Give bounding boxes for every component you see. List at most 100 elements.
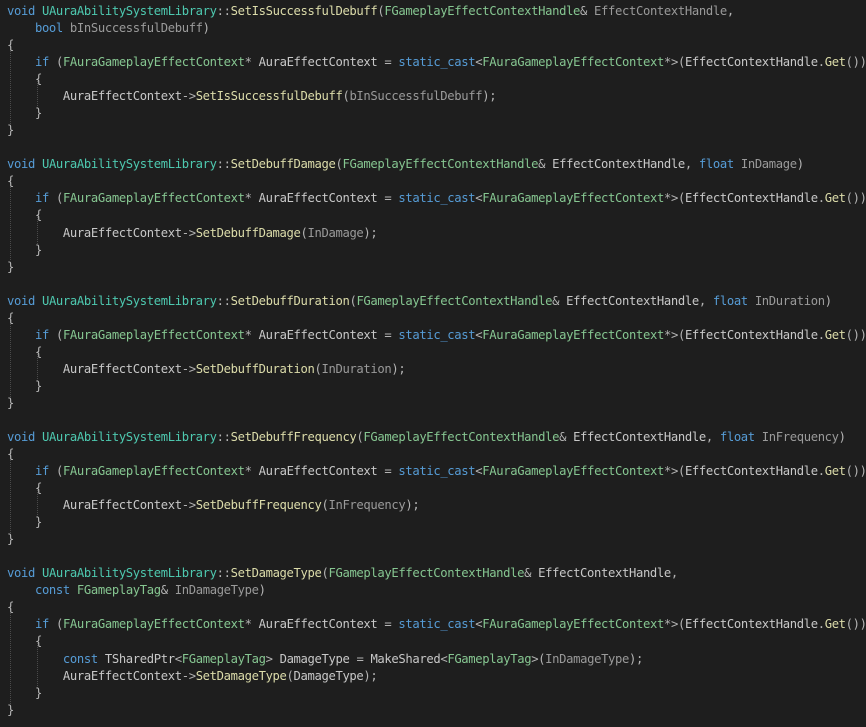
code-token: EffectContextHandle [684, 464, 818, 479]
code-token: FGameplayEffectContextHandle [356, 293, 553, 308]
code-line[interactable]: { [7, 344, 42, 361]
code-token: } [7, 123, 14, 138]
code-token: InFrequency [328, 498, 406, 513]
code-token: * [244, 327, 252, 342]
code-token: * [663, 464, 671, 479]
code-line[interactable]: } [7, 395, 14, 412]
code-token: ); [482, 89, 497, 104]
code-line[interactable]: { [7, 37, 14, 54]
code-line[interactable]: } [7, 122, 14, 139]
code-token: ); [405, 498, 420, 513]
code-line[interactable]: } [7, 531, 14, 548]
code-token: } [7, 395, 14, 410]
code-token: const [34, 583, 70, 598]
code-token: void [7, 157, 35, 172]
code-token: } [7, 702, 14, 717]
code-line[interactable]: { [7, 480, 42, 497]
code-line[interactable]: AuraEffectContext->SetDebuffFrequency(In… [7, 497, 420, 514]
code-line[interactable]: { [7, 599, 14, 616]
code-token: } [34, 378, 42, 393]
code-line[interactable]: void UAuraAbilitySystemLibrary::SetIsSuc… [7, 3, 734, 20]
code-token: UAuraAbilitySystemLibrary [41, 566, 217, 581]
code-line[interactable]: } [7, 685, 42, 702]
code-line[interactable]: { [7, 446, 14, 463]
code-line[interactable]: } [7, 105, 42, 122]
code-token: EffectContextHandle [684, 55, 818, 70]
code-token: AuraEffectContext [251, 191, 385, 206]
code-token: static_cast [398, 191, 476, 206]
code-token: AuraEffectContext [62, 89, 182, 104]
code-line[interactable]: void UAuraAbilitySystemLibrary::SetDebuf… [7, 156, 804, 173]
code-line[interactable]: } [7, 242, 42, 259]
code-token: { [34, 634, 42, 649]
code-token: AuraEffectContext [62, 498, 182, 513]
code-line[interactable]: if (FAuraGameplayEffectContext* AuraEffe… [7, 54, 866, 71]
code-token: SetIsSuccessfulDebuff [230, 4, 378, 18]
code-line[interactable]: AuraEffectContext->SetIsSuccessfulDebuff… [7, 88, 497, 105]
code-token: static_cast [398, 617, 476, 632]
code-line[interactable]: if (FAuraGameplayEffectContext* AuraEffe… [7, 190, 866, 207]
code-token: -> [181, 361, 196, 376]
code-line[interactable]: AuraEffectContext->SetDamageType(DamageT… [7, 668, 378, 685]
code-token: >( [670, 617, 685, 632]
code-token: InDamageType [174, 583, 259, 598]
code-line[interactable]: { [7, 310, 14, 327]
code-line[interactable]: void UAuraAbilitySystemLibrary::SetDebuf… [7, 429, 846, 446]
code-line[interactable]: AuraEffectContext->SetDebuffDamage(InDam… [7, 225, 378, 242]
code-line[interactable]: } [7, 514, 42, 531]
code-token: SetIsSuccessfulDebuff [195, 89, 343, 104]
code-line[interactable]: bool bInSuccessfulDebuff) [7, 20, 210, 37]
code-token: ( [55, 55, 63, 70]
code-line[interactable]: void UAuraAbilitySystemLibrary::SetDebuf… [7, 293, 832, 310]
code-line[interactable]: } [7, 259, 14, 276]
code-token: FAuraGameplayEffectContext [482, 55, 664, 70]
code-line[interactable]: const TSharedPtr<FGameplayTag> DamageTyp… [7, 651, 643, 668]
code-token: FAuraGameplayEffectContext [62, 464, 245, 479]
code-line[interactable]: AuraEffectContext->SetDebuffDuration(InD… [7, 361, 406, 378]
code-line[interactable]: } [7, 378, 42, 395]
code-token: EffectContextHandle [684, 617, 818, 632]
code-token: { [7, 600, 14, 615]
code-token: if [34, 327, 49, 342]
code-token: InDamage [307, 225, 364, 240]
code-line[interactable]: if (FAuraGameplayEffectContext* AuraEffe… [7, 463, 866, 480]
code-token: :: [216, 4, 231, 18]
code-line[interactable]: } [7, 702, 14, 719]
code-token: SetDamageType [230, 566, 322, 581]
code-token: SetDebuffFrequency [195, 498, 322, 513]
code-line[interactable]: const FGameplayTag& InDamageType) [7, 582, 266, 599]
code-line[interactable]: { [7, 173, 14, 190]
code-token: < [174, 651, 182, 666]
code-editor[interactable]: void UAuraAbilitySystemLibrary::SetIsSuc… [0, 0, 866, 727]
code-token: FGameplayTag [181, 651, 266, 666]
code-token: void [7, 430, 35, 444]
code-line[interactable]: { [7, 207, 42, 224]
code-token: , [698, 293, 706, 308]
code-line[interactable]: { [7, 71, 42, 88]
code-line[interactable]: if (FAuraGameplayEffectContext* AuraEffe… [7, 327, 866, 344]
code-line[interactable]: if (FAuraGameplayEffectContext* AuraEffe… [7, 616, 866, 633]
code-token: FAuraGameplayEffectContext [62, 327, 245, 342]
code-token: if [34, 191, 49, 206]
code-line[interactable]: { [7, 633, 42, 650]
code-token: , [705, 430, 713, 444]
code-token: InFrequency [761, 430, 839, 444]
code-line[interactable]: void UAuraAbilitySystemLibrary::SetDamag… [7, 565, 678, 582]
code-token: Get [824, 327, 846, 342]
code-token: InDamageType [545, 651, 630, 666]
